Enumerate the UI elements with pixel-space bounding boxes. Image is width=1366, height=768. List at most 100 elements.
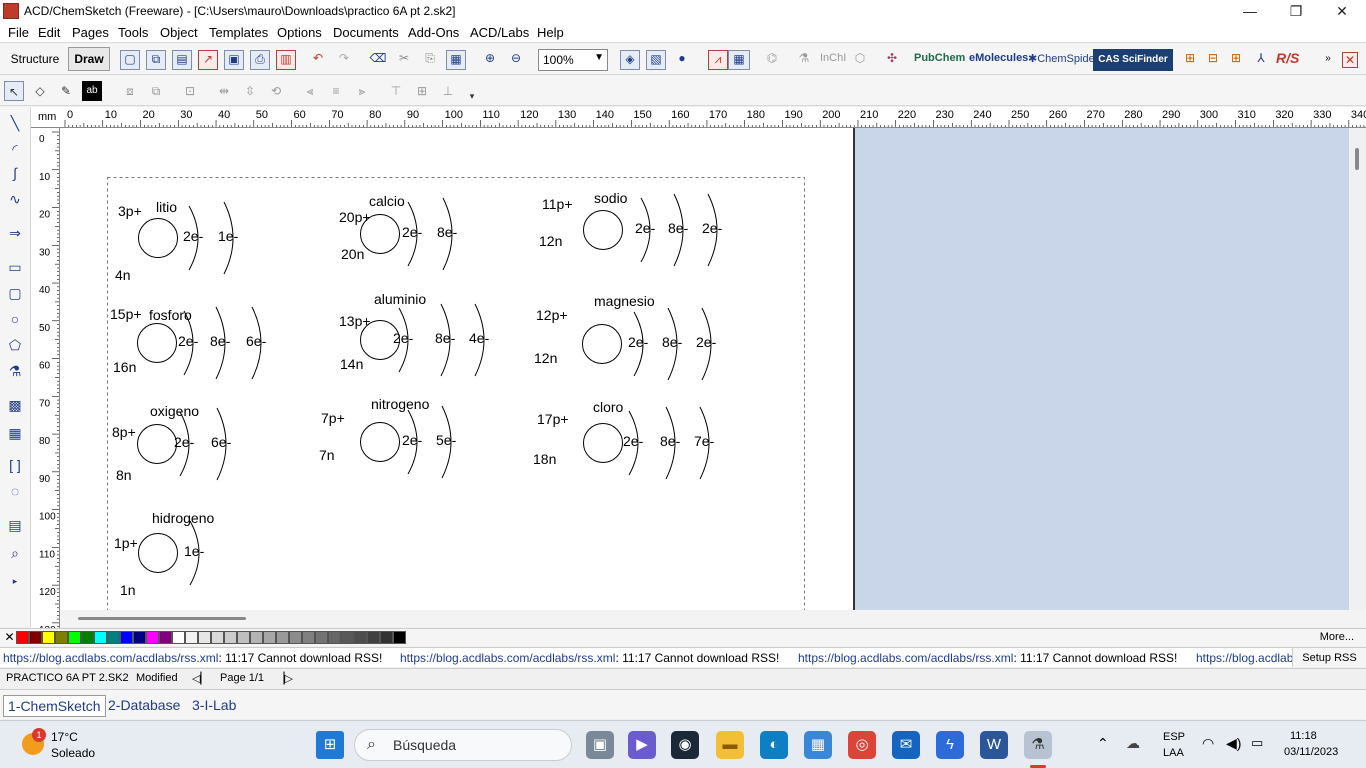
zoom-in-icon[interactable]: ⊕ bbox=[480, 50, 500, 70]
neutron-count[interactable]: 12n bbox=[534, 350, 557, 366]
proton-count[interactable]: 12p+ bbox=[536, 307, 568, 323]
element-name[interactable]: aluminio bbox=[374, 291, 426, 307]
color-swatch[interactable] bbox=[250, 631, 263, 644]
line-tool-icon[interactable]: ╲ bbox=[4, 113, 26, 133]
drawing-canvas[interactable]: 2e- 1e-litio 3p+ 4n 2e- 8e-calcio 20p+ 20n 2e- 8e… bbox=[60, 128, 853, 610]
new-document-icon[interactable]: ▤ bbox=[172, 50, 192, 70]
zoom-tool-icon[interactable]: ⌕ bbox=[4, 543, 26, 563]
word-icon[interactable]: W bbox=[980, 731, 1008, 759]
rss-item[interactable]: https://blog.acdlabs.com/acdlabs/rss.xml… bbox=[400, 651, 779, 665]
battery-icon[interactable]: ▭ bbox=[1251, 735, 1263, 751]
hexagon-icon[interactable]: ⬡ bbox=[850, 50, 870, 70]
chevron-up-icon[interactable]: ⌃ bbox=[1097, 735, 1109, 752]
shell-electron-count[interactable]: 2e- bbox=[628, 334, 648, 350]
cas-scifinder-button[interactable]: CAS SciFinder bbox=[1093, 49, 1173, 71]
print-icon[interactable]: ⎙ bbox=[250, 50, 270, 70]
color-swatch[interactable] bbox=[211, 631, 224, 644]
left-toolbar-overflow-icon[interactable]: ▸ bbox=[4, 571, 26, 591]
tab-i-lab[interactable]: 3-I-Lab bbox=[188, 695, 240, 717]
shell-electron-count[interactable]: 1e- bbox=[218, 228, 238, 244]
pubchem-button[interactable]: PubChem bbox=[914, 52, 965, 64]
shell-electron-count[interactable]: 2e- bbox=[702, 220, 722, 236]
weather-desc[interactable]: Soleado bbox=[51, 746, 95, 760]
color-swatch[interactable] bbox=[224, 631, 237, 644]
brackets-tool-icon[interactable]: [ ] bbox=[4, 455, 26, 475]
arc-tool-icon[interactable]: ◜ bbox=[4, 139, 26, 159]
neutron-count[interactable]: 16n bbox=[113, 359, 136, 375]
rss-item[interactable]: https://blog.acdlabs.com/acdlabs/rss.xml… bbox=[798, 651, 1177, 665]
ungroup-icon[interactable]: ⧉ bbox=[146, 81, 166, 101]
color-swatch[interactable] bbox=[393, 631, 406, 644]
structure-mode-button[interactable]: Structure bbox=[6, 47, 64, 71]
cut-icon[interactable]: ✂ bbox=[394, 50, 414, 70]
menu-templates[interactable]: Templates bbox=[209, 25, 268, 40]
tab-chemsketch[interactable]: 1-ChemSketch bbox=[3, 695, 106, 717]
shell-electron-count[interactable]: 8e- bbox=[210, 333, 230, 349]
color-swatch[interactable] bbox=[107, 631, 120, 644]
align-right-icon[interactable]: ⫸ bbox=[352, 81, 372, 101]
flip-vertical-icon[interactable]: ⇳ bbox=[240, 81, 260, 101]
flask-tool-icon[interactable]: ⚗ bbox=[4, 361, 26, 381]
copy-page-icon[interactable]: ⧉ bbox=[146, 50, 166, 70]
nucleus-circle[interactable] bbox=[582, 324, 622, 364]
polyline-tool-icon[interactable]: ∿ bbox=[4, 189, 26, 209]
proton-count[interactable]: 1p+ bbox=[114, 535, 138, 551]
table-tool-icon[interactable]: ▦ bbox=[4, 423, 26, 443]
proton-count[interactable]: 13p+ bbox=[339, 313, 371, 329]
align-center-icon[interactable]: ≡ bbox=[326, 81, 346, 101]
chemspider-button[interactable]: ✱ChemSpider bbox=[1028, 52, 1098, 65]
shell-electron-count[interactable]: 2e- bbox=[635, 220, 655, 236]
input-layout[interactable]: LAA bbox=[1163, 747, 1184, 759]
shell-electron-count[interactable]: 4e- bbox=[469, 330, 489, 346]
neutron-count[interactable]: 1n bbox=[120, 582, 136, 598]
element-name[interactable]: hidrogeno bbox=[152, 510, 214, 526]
callout-tool-icon[interactable]: ◌ bbox=[4, 481, 26, 501]
menu-tools[interactable]: Tools bbox=[118, 25, 148, 40]
neutron-count[interactable]: 4n bbox=[115, 267, 131, 283]
shell-electron-count[interactable]: 8e- bbox=[668, 220, 688, 236]
select-arrow-icon[interactable]: ↖ bbox=[4, 81, 24, 101]
menu-options[interactable]: Options bbox=[277, 25, 322, 40]
paste-icon[interactable]: ▦ bbox=[446, 50, 466, 70]
group-icon[interactable]: ⧈ bbox=[120, 81, 140, 101]
teams-icon[interactable]: ▶ bbox=[628, 731, 656, 759]
rs-button[interactable]: R/S bbox=[1276, 50, 1299, 66]
zoom-out-icon[interactable]: ⊖ bbox=[506, 50, 526, 70]
nucleus-circle[interactable] bbox=[138, 218, 178, 258]
close-document-icon[interactable]: ✕ bbox=[1342, 52, 1358, 68]
start-windows-icon[interactable]: ⊞ bbox=[316, 731, 344, 759]
store-icon[interactable]: ▦ bbox=[804, 731, 832, 759]
rounded-rectangle-tool-icon[interactable]: ▢ bbox=[4, 283, 26, 303]
shell-electron-count[interactable]: 2e- bbox=[402, 224, 422, 240]
element-name[interactable]: nitrogeno bbox=[371, 396, 429, 412]
clock-time[interactable]: 11:18 bbox=[1290, 730, 1317, 742]
minimize-button[interactable]: — bbox=[1227, 0, 1273, 23]
clock-date[interactable]: 03/11/2023 bbox=[1284, 746, 1338, 758]
neutron-count[interactable]: 12n bbox=[539, 233, 562, 249]
onedrive-icon[interactable]: ☁ bbox=[1126, 735, 1140, 752]
color-swatch[interactable] bbox=[263, 631, 276, 644]
undo-icon[interactable]: ↶ bbox=[308, 50, 328, 70]
color-swatch[interactable] bbox=[55, 631, 68, 644]
setup-rss-button[interactable]: Setup RSS bbox=[1292, 648, 1366, 667]
close-button[interactable]: ✕ bbox=[1319, 0, 1365, 23]
color-swatch[interactable] bbox=[94, 631, 107, 644]
taskbar-search-input[interactable]: ⌕ Búsqueda bbox=[354, 729, 572, 761]
lightning-app-icon[interactable]: ϟ bbox=[936, 731, 964, 759]
redo-icon[interactable]: ↷ bbox=[334, 50, 354, 70]
proton-count[interactable]: 11p+ bbox=[542, 196, 573, 212]
align-bottom-icon[interactable]: ⊥ bbox=[438, 81, 458, 101]
neutron-count[interactable]: 7n bbox=[319, 447, 335, 463]
color-swatch[interactable] bbox=[159, 631, 172, 644]
shell-electron-count[interactable]: 2e- bbox=[393, 330, 413, 346]
shell-electron-count[interactable]: 1e- bbox=[184, 543, 204, 559]
color-swatch[interactable] bbox=[146, 631, 159, 644]
task-view-icon[interactable]: ▣ bbox=[586, 731, 614, 759]
shell-electron-count[interactable]: 7e- bbox=[694, 433, 714, 449]
wifi-icon[interactable]: ◠ bbox=[1202, 735, 1214, 752]
curve-tool-icon[interactable]: ∫ bbox=[4, 163, 26, 183]
proton-count[interactable]: 15p+ bbox=[110, 306, 142, 322]
inchi-button[interactable]: InChI bbox=[820, 52, 846, 64]
shell-electron-count[interactable]: 2e- bbox=[174, 434, 194, 450]
reaction-3-icon[interactable]: ⊞ bbox=[1226, 50, 1246, 70]
